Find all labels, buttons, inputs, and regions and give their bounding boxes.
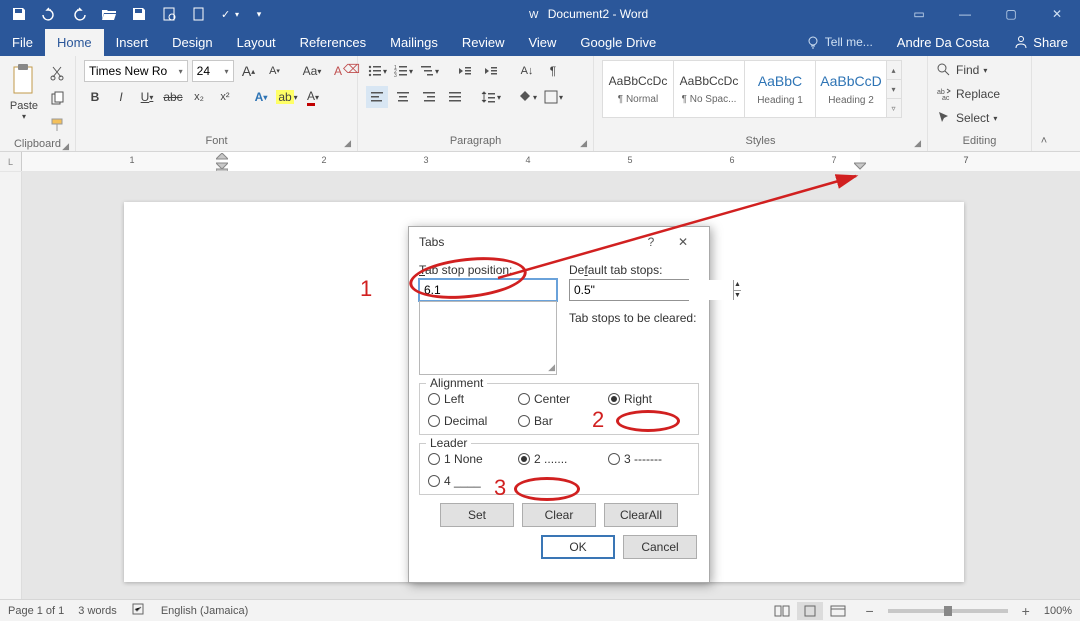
zoom-out-icon[interactable]: − (865, 603, 873, 619)
zoom-value[interactable]: 100% (1044, 605, 1072, 617)
status-words[interactable]: 3 words (78, 605, 117, 617)
status-bar: Page 1 of 1 3 words English (Jamaica) − … (0, 599, 1080, 621)
print-layout-icon[interactable] (797, 602, 823, 620)
zoom-slider[interactable] (888, 609, 1008, 613)
annotation-arrow (0, 0, 1080, 621)
read-mode-icon[interactable] (769, 602, 795, 620)
web-layout-icon[interactable] (825, 602, 851, 620)
status-proofing-icon[interactable] (131, 601, 147, 620)
zoom-in-icon[interactable]: + (1022, 603, 1030, 619)
status-page[interactable]: Page 1 of 1 (8, 605, 64, 617)
status-language[interactable]: English (Jamaica) (161, 605, 248, 617)
